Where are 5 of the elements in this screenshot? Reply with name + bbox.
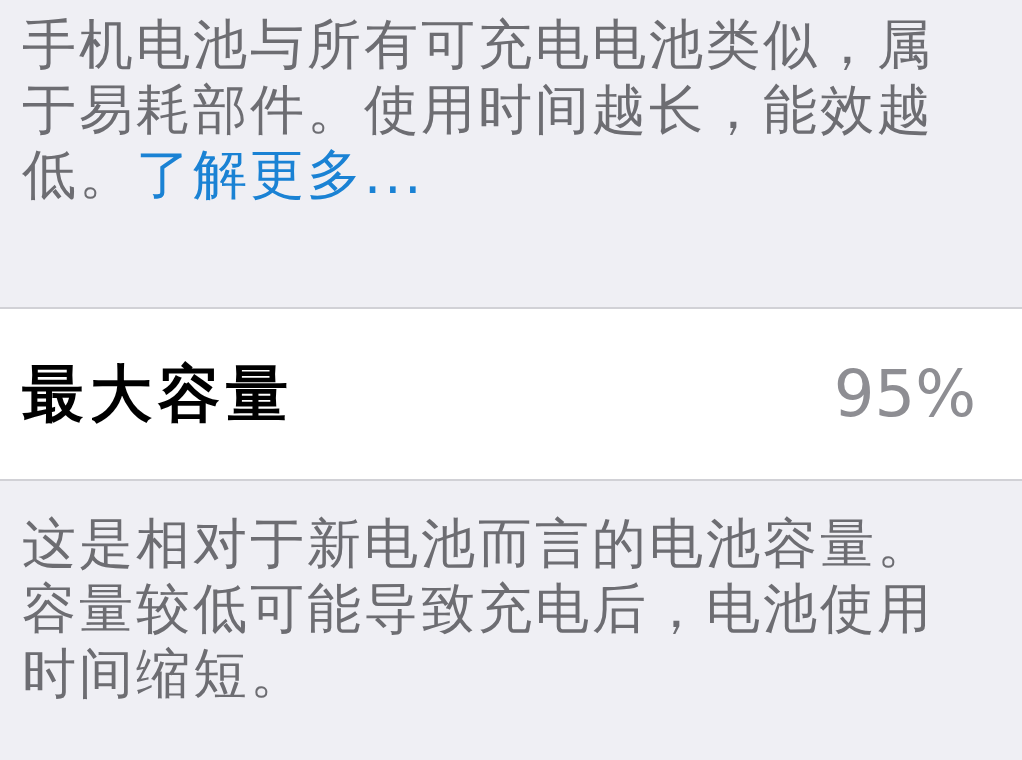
battery-note: 手机电池与所有可充电电池类似，属于易耗部件。使用时间越长，能效越低。了解更多... <box>22 12 935 207</box>
capacity-note: 这是相对于新电池而言的电池容量。容量较低可能导致充电后，电池使用时间缩短。 <box>22 511 935 706</box>
learn-more-link[interactable]: 了解更多... <box>136 143 425 206</box>
maximum-capacity-value: 95% <box>833 362 976 426</box>
maximum-capacity-label: 最大容量 <box>22 363 294 425</box>
